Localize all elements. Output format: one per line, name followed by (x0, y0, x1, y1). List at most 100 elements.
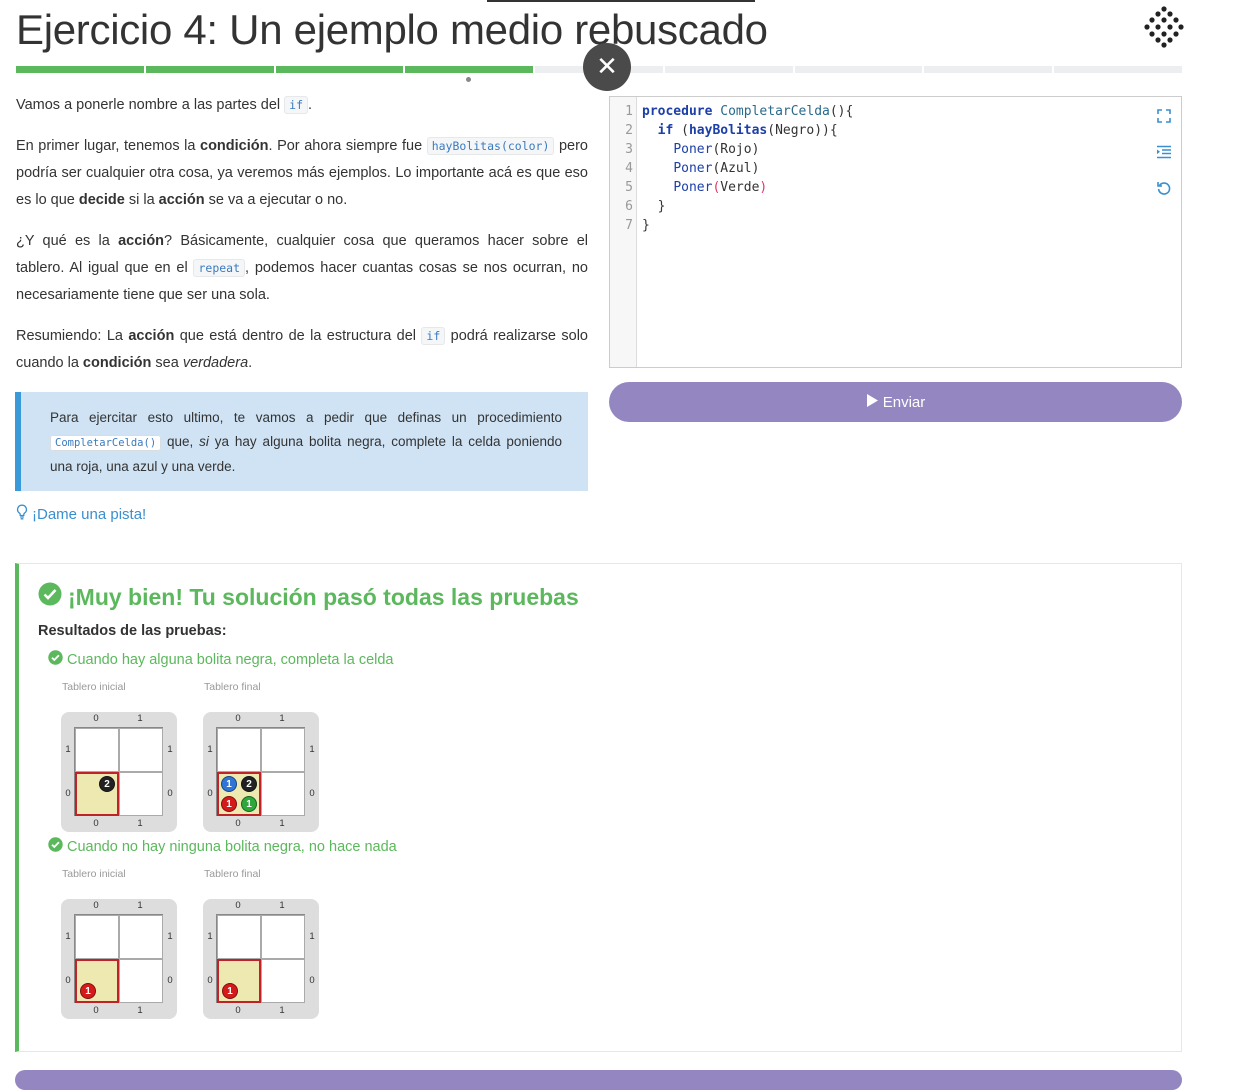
board-row-label: 1 (309, 931, 315, 942)
board-col-label: 1 (279, 1005, 285, 1016)
board-row-label: 0 (65, 788, 71, 799)
progress-segment[interactable] (924, 66, 1053, 73)
test-result-name: Cuando hay alguna bolita negra, completa… (48, 650, 393, 669)
board-cell (217, 915, 261, 959)
line-number: 2 (625, 123, 633, 138)
board-col-label: 1 (137, 818, 143, 829)
results-subtitle: Resultados de las pruebas: (38, 623, 227, 639)
board-cell (75, 915, 119, 959)
ball-azul: 1 (221, 776, 237, 792)
description-paragraph-1: Vamos a ponerle nombre a las partes del … (16, 96, 313, 114)
next-exercise-button[interactable] (15, 1070, 1182, 1090)
ball-verde: 1 (241, 796, 257, 812)
indent-icon[interactable] (1153, 141, 1175, 163)
board-row-label: 0 (167, 975, 173, 986)
board-col-label: 0 (93, 900, 99, 911)
description-paragraph-4: Resumiendo: La acción que está dentro de… (16, 327, 588, 371)
code-line-4: Poner(Azul) (673, 161, 760, 176)
board-cell (261, 728, 305, 772)
final-board-label: Tablero final (204, 681, 261, 693)
inline-code: CompletarCelda() (50, 435, 162, 451)
hint-link[interactable]: ¡Dame una pista! (16, 504, 146, 524)
inline-code: hayBolitas(color) (426, 137, 555, 155)
line-number: 3 (625, 142, 633, 157)
board-grid: 1 (74, 914, 163, 1003)
board-row-label: 0 (167, 788, 173, 799)
line-number: 5 (625, 180, 633, 195)
progress-segment[interactable] (145, 66, 274, 73)
check-circle-icon (48, 650, 63, 669)
task-callout: Para ejercitar esto ultimo, te vamos a p… (15, 392, 588, 491)
board-col-label: 1 (137, 1005, 143, 1016)
inline-code: if (421, 327, 446, 345)
board-cell (261, 772, 305, 816)
progress-segment[interactable] (275, 66, 404, 73)
ball-rojo: 1 (222, 983, 238, 999)
page-title: Ejercicio 4: Un ejemplo medio rebuscado (16, 6, 768, 53)
top-decoration-line (487, 0, 755, 2)
board-cell (75, 728, 119, 772)
board-cell (217, 728, 261, 772)
line-number: 4 (625, 161, 633, 176)
inline-code: repeat (193, 259, 246, 277)
board-row-label: 1 (65, 744, 71, 755)
board-col-label: 1 (279, 713, 285, 724)
board-cell-head: 1 (75, 959, 119, 1003)
code-content[interactable]: procedure CompletarCelda(){ if (hayBolit… (642, 102, 853, 235)
board-row-label: 1 (167, 931, 173, 942)
code-editor[interactable]: 1 2 3 4 5 6 7 procedure CompletarCelda(){ if (… (609, 96, 1182, 368)
board-cell (119, 959, 163, 1003)
progress-segment[interactable] (1054, 66, 1183, 73)
board: 010110101211 (203, 712, 319, 832)
board-row-label: 1 (207, 931, 213, 942)
gobstones-logo-icon[interactable] (1144, 6, 1184, 48)
board-cell (261, 959, 305, 1003)
submit-button[interactable]: Enviar (609, 382, 1182, 422)
check-circle-icon (48, 837, 63, 856)
board-row-label: 0 (207, 975, 213, 986)
board-col-label: 0 (93, 1005, 99, 1016)
line-number: 7 (625, 218, 633, 233)
exercise-description: Vamos a ponerle nombre a las partes del … (16, 92, 588, 391)
lightbulb-icon (16, 504, 28, 524)
board-row-label: 0 (65, 975, 71, 986)
progress-segment[interactable] (794, 66, 923, 73)
code-line-5: Poner(Verde) (673, 180, 768, 195)
board-col-label: 0 (235, 900, 241, 911)
board-cell (261, 915, 305, 959)
board-col-label: 0 (93, 713, 99, 724)
board-cell-head: 1 (217, 959, 261, 1003)
progress-segment[interactable] (664, 66, 793, 73)
progress-segment[interactable] (16, 66, 144, 73)
submit-label: Enviar (882, 393, 926, 411)
board-row-label: 1 (207, 744, 213, 755)
close-button[interactable]: ✕ (583, 43, 631, 91)
ball-negro: 2 (241, 776, 257, 792)
board-col-label: 0 (235, 818, 241, 829)
board-col-label: 1 (137, 713, 143, 724)
line-number: 1 (625, 104, 633, 119)
check-circle-icon (38, 582, 62, 612)
description-paragraph-3: ¿Y qué es la acción? Básicamente, cualqu… (16, 233, 588, 303)
fullscreen-icon[interactable] (1153, 105, 1175, 127)
current-exercise-indicator (466, 77, 471, 82)
board-cell (119, 728, 163, 772)
board-col-label: 0 (235, 713, 241, 724)
board-col-label: 0 (93, 818, 99, 829)
board-col-label: 1 (279, 900, 285, 911)
board-col-label: 1 (137, 900, 143, 911)
inline-code: if (284, 96, 308, 114)
code-line-7: } (642, 218, 650, 233)
reset-icon[interactable] (1153, 177, 1175, 199)
progress-segment[interactable] (405, 66, 534, 73)
line-number: 6 (625, 199, 633, 214)
editor-toolbar (1153, 105, 1175, 199)
final-board-label: Tablero final (204, 868, 261, 880)
description-paragraph-2: En primer lugar, tenemos la condición. P… (16, 137, 588, 208)
board-row-label: 1 (167, 744, 173, 755)
board: 010110101 (61, 899, 177, 1019)
code-line-2: if (hayBolitas(Negro)){ (657, 123, 838, 138)
board-cell (119, 915, 163, 959)
test-result-name: Cuando no hay ninguna bolita negra, no h… (48, 837, 397, 856)
code-line-1: procedure CompletarCelda(){ (642, 104, 854, 119)
